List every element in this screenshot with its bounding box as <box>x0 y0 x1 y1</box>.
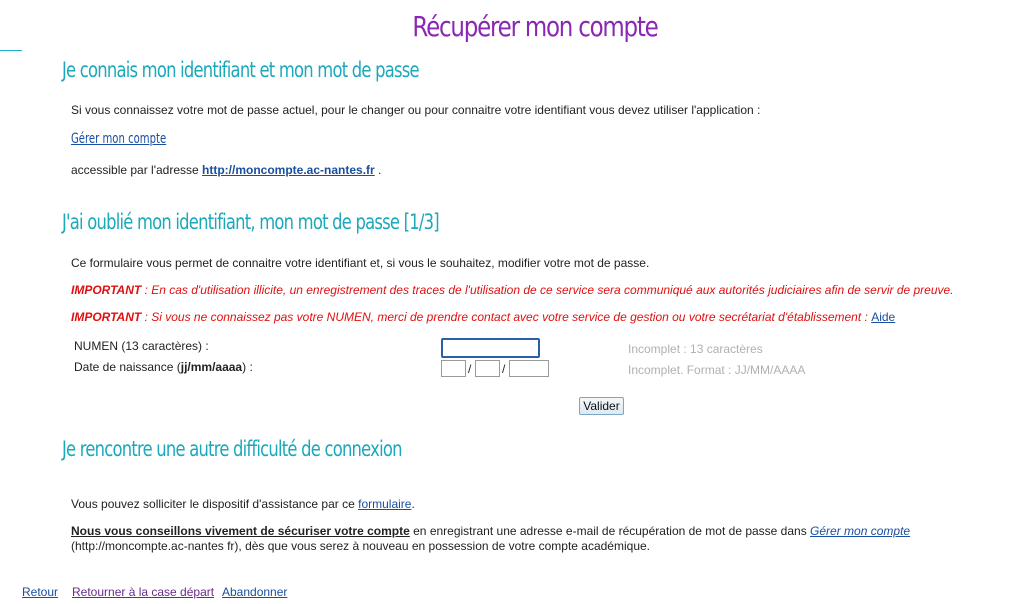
page-title: Récupérer mon compte <box>412 10 658 43</box>
birth-month-input[interactable] <box>475 360 500 377</box>
address-prefix: accessible par l'adresse <box>71 163 203 177</box>
manage-account-link[interactable]: Gérer mon compte <box>71 131 166 147</box>
assistance-prefix: Vous pouvez solliciter le dispositif d'a… <box>71 497 359 511</box>
manage-account-inline-link[interactable]: Gérer mon compte <box>810 524 910 538</box>
important-notice-legal: IMPORTANT : En cas d'utilisation illicit… <box>71 283 954 297</box>
birthdate-hint: Incomplet. Format : JJ/MM/AAAA <box>628 363 806 377</box>
section-other-difficulty-title: Je rencontre une autre difficulté de con… <box>62 437 402 461</box>
date-separator: / <box>468 362 472 376</box>
security-advice-middle: en enregistrant une adresse e-mail de ré… <box>409 524 811 538</box>
section-known-credentials-title: Je connais mon identifiant et mon mot de… <box>62 58 420 82</box>
birth-day-input[interactable] <box>441 360 466 377</box>
section-forgot-credentials-title: J'ai oublié mon identifiant, mon mot de … <box>62 210 440 234</box>
numen-label: NUMEN (13 caractères) : <box>74 339 209 353</box>
important-numen-text: : Si vous ne connaissez pas votre NUMEN,… <box>141 310 872 324</box>
address-line: accessible par l'adresse http://moncompt… <box>71 163 381 177</box>
numen-hint: Incomplet : 13 caractères <box>628 342 763 356</box>
security-advice-end: (http://moncompte.ac-nantes fr), dès que… <box>71 539 650 553</box>
section-known-intro: Si vous connaissez votre mot de passe ac… <box>71 103 761 117</box>
important-label: IMPORTANT <box>71 283 142 297</box>
birthdate-label: Date de naissance (jj/mm/aaaa) : <box>74 360 253 374</box>
help-link[interactable]: Aide <box>871 310 895 324</box>
back-link[interactable]: Retour <box>22 585 58 599</box>
security-advice-strong: Nous vous conseillons vivement de sécuri… <box>71 524 410 538</box>
decorative-line <box>0 50 22 51</box>
birthdate-label-prefix: Date de naissance ( <box>74 360 181 374</box>
assistance-suffix: . <box>411 497 415 511</box>
numen-input[interactable] <box>441 338 540 358</box>
security-advice: Nous vous conseillons vivement de sécuri… <box>71 524 1006 554</box>
moncompte-url-link[interactable]: http://moncompte.ac-nantes.fr <box>202 163 375 177</box>
page-root: Récupérer mon compte Je connais mon iden… <box>0 0 1024 604</box>
important-notice-numen: IMPORTANT : Si vous ne connaissez pas vo… <box>71 310 895 324</box>
abandon-link[interactable]: Abandonner <box>222 585 287 599</box>
assistance-line: Vous pouvez solliciter le dispositif d'a… <box>71 497 415 511</box>
date-separator: / <box>502 362 506 376</box>
form-intro: Ce formulaire vous permet de connaitre v… <box>71 256 650 270</box>
birthdate-label-suffix: ) : <box>242 360 253 374</box>
submit-button[interactable]: Valider <box>579 397 624 415</box>
birth-year-input[interactable] <box>509 360 549 377</box>
important-legal-text: : En cas d'utilisation illicite, un enre… <box>141 283 954 297</box>
address-suffix: . <box>374 163 382 177</box>
restart-link[interactable]: Retourner à la case départ <box>72 585 214 599</box>
assistance-form-link[interactable]: formulaire <box>358 497 411 511</box>
birthdate-format: jj/mm/aaaa <box>180 360 243 374</box>
important-label: IMPORTANT <box>71 310 142 324</box>
